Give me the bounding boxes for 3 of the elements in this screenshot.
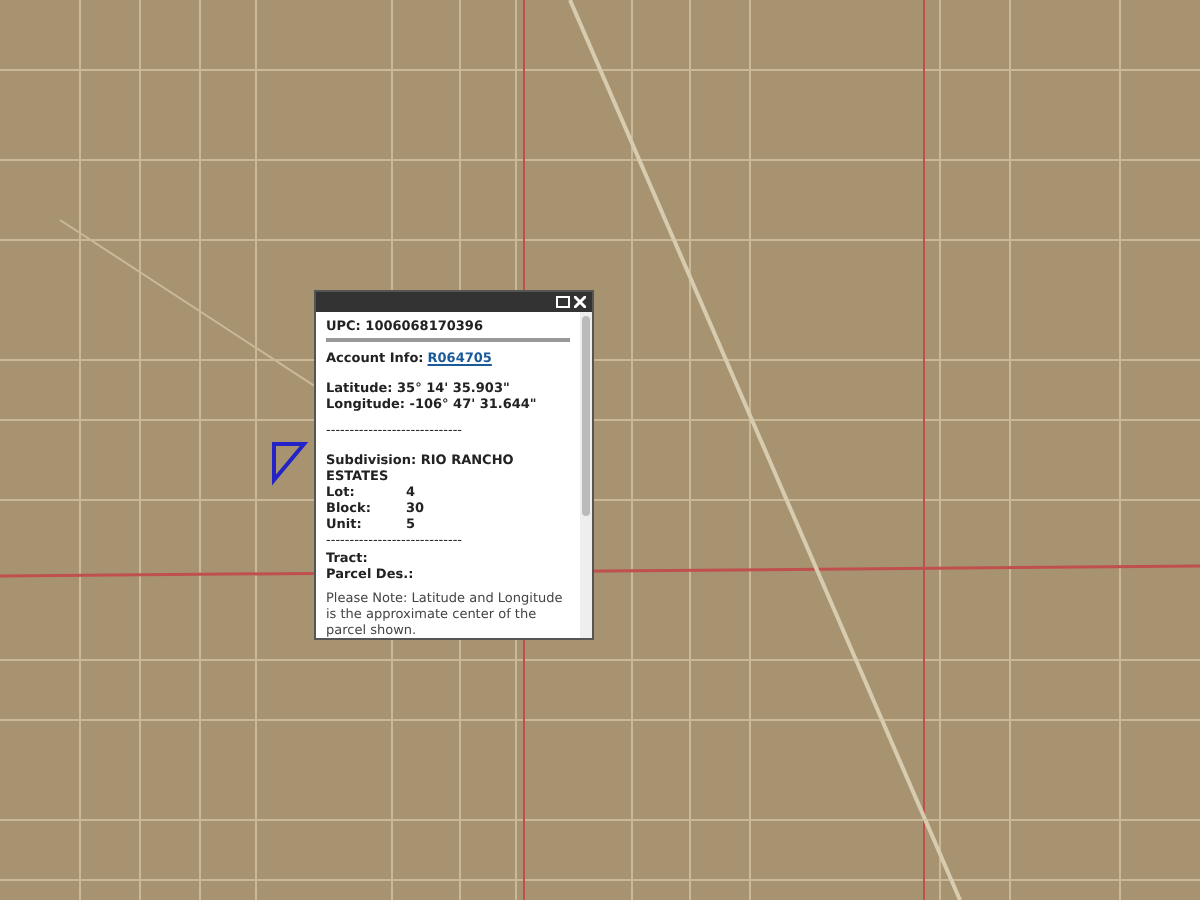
scrollbar[interactable] [580,312,592,638]
close-icon[interactable] [574,296,586,308]
maximize-icon[interactable] [556,296,570,308]
